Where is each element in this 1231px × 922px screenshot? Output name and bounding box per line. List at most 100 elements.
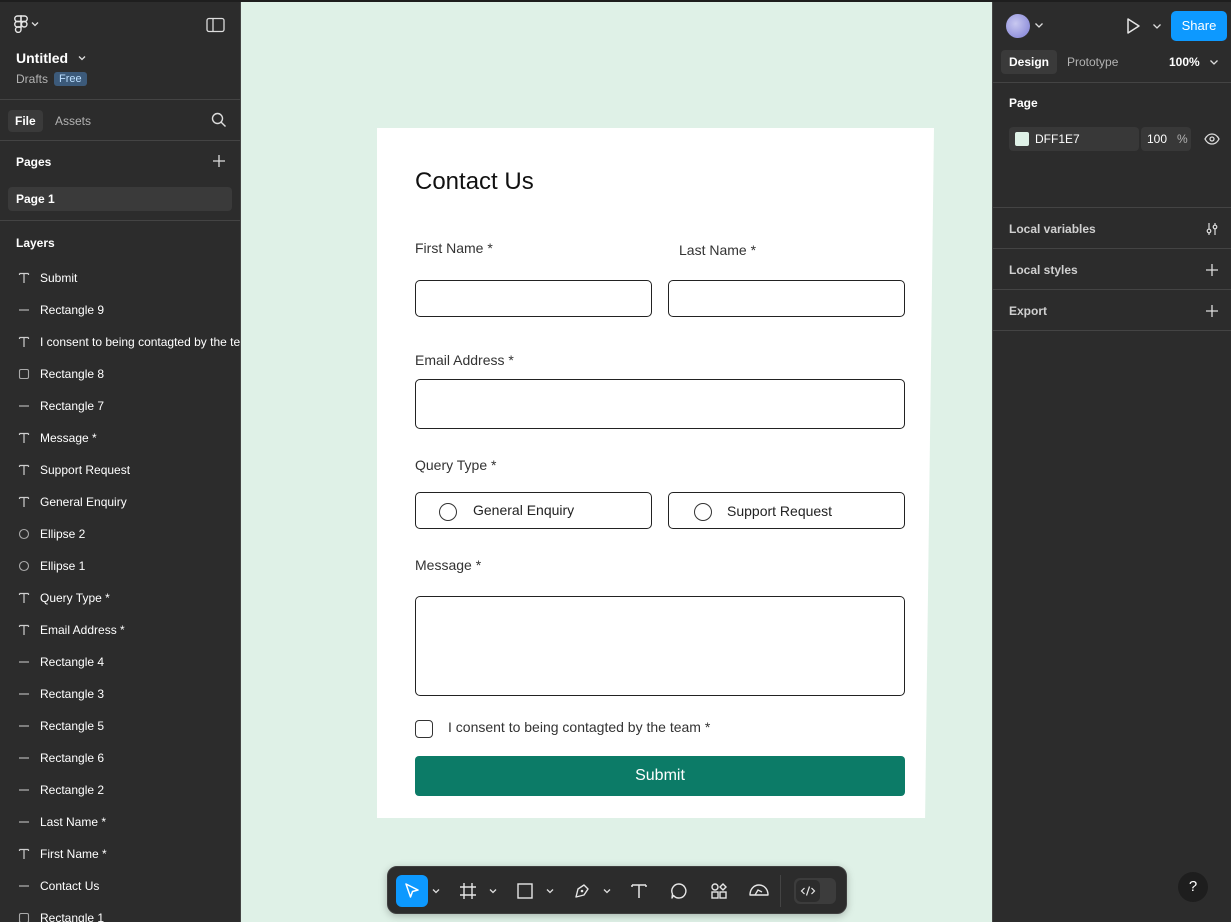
last-name-field[interactable] xyxy=(668,280,905,317)
text-icon xyxy=(18,496,30,508)
layer-item[interactable]: Query Type * xyxy=(0,582,240,614)
left-panel: Untitled Drafts Free File Assets Pages P… xyxy=(0,0,241,922)
layer-label: Last Name * xyxy=(40,815,107,829)
layer-item[interactable]: Contact Us xyxy=(0,870,240,902)
line-icon xyxy=(18,880,30,892)
help-button[interactable]: ? xyxy=(1178,872,1208,902)
canvas[interactable]: Contact Us First Name * Last Name * Emai… xyxy=(241,2,992,922)
consent-label: I consent to being contagted by the team… xyxy=(448,719,711,735)
page-opacity-field[interactable]: 100 % xyxy=(1141,127,1191,151)
right-panel: Share Design Prototype 100% Page DFF1E7 … xyxy=(992,0,1231,922)
submit-button[interactable]: Submit xyxy=(415,756,905,796)
dev-mode-toggle[interactable] xyxy=(794,878,836,904)
pen-tool-button[interactable] xyxy=(568,875,596,907)
email-label: Email Address * xyxy=(415,352,514,368)
main-menu-button[interactable] xyxy=(14,15,39,33)
layer-item[interactable]: Ellipse 2 xyxy=(0,518,240,550)
support-request-option[interactable]: Support Request xyxy=(668,492,905,529)
user-avatar[interactable] xyxy=(1006,14,1030,38)
text-tool-button[interactable] xyxy=(625,875,653,907)
plus-icon xyxy=(1206,264,1218,276)
tab-file[interactable]: File xyxy=(8,110,43,132)
comment-tool-button[interactable] xyxy=(665,875,693,907)
layer-item[interactable]: Submit xyxy=(0,262,240,294)
layer-item[interactable]: Rectangle 9 xyxy=(0,294,240,326)
add-page-button[interactable] xyxy=(212,154,226,168)
layer-item[interactable]: I consent to being contagted by the team… xyxy=(0,326,240,358)
search-layers-button[interactable] xyxy=(211,112,227,128)
layer-label: General Enquiry xyxy=(40,495,127,509)
sidebar-toggle-button[interactable] xyxy=(206,17,225,33)
contact-form-frame[interactable]: Contact Us First Name * Last Name * Emai… xyxy=(377,128,934,818)
chevron-down-icon xyxy=(432,889,440,894)
figma-logo-icon xyxy=(14,15,28,33)
text-icon xyxy=(18,848,30,860)
local-variables-section[interactable]: Local variables xyxy=(993,208,1231,249)
file-header: Untitled Drafts Free xyxy=(0,0,240,100)
pages-section: Pages Page 1 xyxy=(0,141,240,221)
message-field[interactable] xyxy=(415,596,905,696)
file-location: Drafts Free xyxy=(16,72,87,86)
layer-item[interactable]: Rectangle 6 xyxy=(0,742,240,774)
zoom-level[interactable]: 100% xyxy=(1169,55,1200,69)
rectangle-icon xyxy=(18,368,30,380)
layer-label: Support Request xyxy=(40,463,131,477)
page-color-field[interactable]: DFF1E7 xyxy=(1009,127,1139,151)
first-name-field[interactable] xyxy=(415,280,652,317)
add-export-button[interactable] xyxy=(1205,304,1219,318)
layer-item[interactable]: Rectangle 7 xyxy=(0,390,240,422)
shape-tool-caret[interactable] xyxy=(546,884,554,898)
add-style-button[interactable] xyxy=(1205,263,1219,277)
layer-item[interactable]: Rectangle 2 xyxy=(0,774,240,806)
color-swatch[interactable] xyxy=(1015,132,1029,146)
layer-label: Submit xyxy=(40,271,78,285)
frame-tool-caret[interactable] xyxy=(489,884,497,898)
shape-tool-button[interactable] xyxy=(511,875,539,907)
local-styles-section: Local styles xyxy=(993,249,1231,290)
layer-label: Rectangle 3 xyxy=(40,687,105,701)
local-variables-button[interactable] xyxy=(1205,222,1219,236)
present-options-chevron-icon[interactable] xyxy=(1152,21,1162,31)
share-button[interactable]: Share xyxy=(1171,11,1227,41)
layer-item[interactable]: General Enquiry xyxy=(0,486,240,518)
ui3-tool-button[interactable] xyxy=(745,875,773,907)
toggle-visibility-button[interactable] xyxy=(1204,132,1220,146)
toolbar-divider xyxy=(780,875,781,907)
layer-item[interactable]: Ellipse 1 xyxy=(0,550,240,582)
ellipse-icon xyxy=(18,528,30,540)
tab-design[interactable]: Design xyxy=(1001,50,1058,74)
present-button[interactable] xyxy=(1125,17,1141,35)
tab-assets[interactable]: Assets xyxy=(48,110,98,132)
move-tool-caret[interactable] xyxy=(432,884,440,898)
file-name-button[interactable]: Untitled xyxy=(16,50,86,66)
layer-item[interactable]: Rectangle 1 xyxy=(0,902,240,922)
pen-tool-caret[interactable] xyxy=(603,884,611,898)
layer-item[interactable]: First Name * xyxy=(0,838,240,870)
layer-label: Ellipse 1 xyxy=(40,559,86,573)
layer-label: Message * xyxy=(40,431,97,445)
layer-item[interactable]: Message * xyxy=(0,422,240,454)
email-field[interactable] xyxy=(415,379,905,429)
comment-icon xyxy=(671,883,687,899)
page-item-page-1[interactable]: Page 1 xyxy=(8,187,232,211)
layer-item[interactable]: Rectangle 4 xyxy=(0,646,240,678)
layer-item[interactable]: Support Request xyxy=(0,454,240,486)
layer-item[interactable]: Rectangle 8 xyxy=(0,358,240,390)
drafts-link[interactable]: Drafts xyxy=(16,72,48,86)
general-enquiry-option[interactable]: General Enquiry xyxy=(415,492,652,529)
layer-item[interactable]: Last Name * xyxy=(0,806,240,838)
layer-label: Ellipse 2 xyxy=(40,527,86,541)
actions-tool-button[interactable] xyxy=(705,875,733,907)
local-styles-title: Local styles xyxy=(1009,263,1078,277)
cursor-icon xyxy=(405,883,419,898)
move-tool-button[interactable] xyxy=(396,875,428,907)
radio-circle-icon xyxy=(694,503,712,521)
consent-checkbox[interactable] xyxy=(415,720,433,738)
layer-item[interactable]: Email Address * xyxy=(0,614,240,646)
layer-item[interactable]: Rectangle 3 xyxy=(0,678,240,710)
page-color-hex: DFF1E7 xyxy=(1035,132,1080,146)
tab-prototype[interactable]: Prototype xyxy=(1059,50,1126,74)
text-icon xyxy=(631,884,647,898)
layer-item[interactable]: Rectangle 5 xyxy=(0,710,240,742)
frame-tool-button[interactable] xyxy=(454,875,482,907)
